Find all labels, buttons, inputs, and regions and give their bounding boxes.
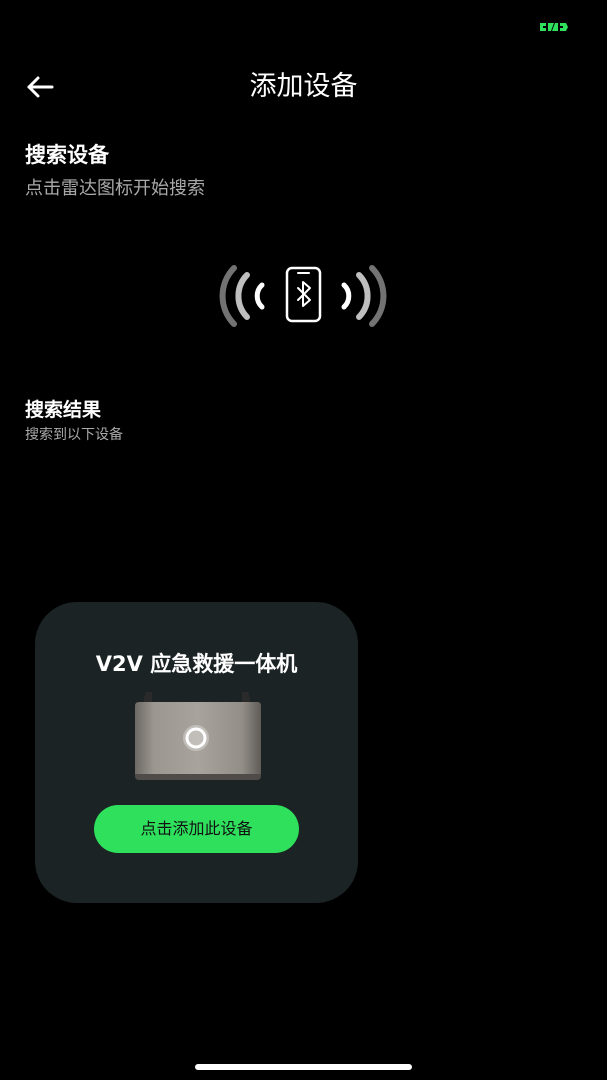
bluetooth-phone-radar-icon xyxy=(219,265,387,327)
device-name: V2V 应急救援一体机 xyxy=(95,652,298,676)
results-hint: 搜索到以下设备 xyxy=(25,427,123,443)
search-devices-heading: 搜索设备 xyxy=(25,143,109,167)
radar-search-button[interactable] xyxy=(212,258,394,334)
search-hint: 点击雷达图标开始搜索 xyxy=(25,178,205,199)
page-title: 添加设备 xyxy=(249,71,358,102)
status-icon xyxy=(540,23,568,31)
add-device-button[interactable]: 点击添加此设备 xyxy=(94,805,299,853)
search-results-heading: 搜索结果 xyxy=(25,399,102,421)
device-image xyxy=(135,692,261,780)
home-indicator[interactable] xyxy=(195,1064,412,1070)
